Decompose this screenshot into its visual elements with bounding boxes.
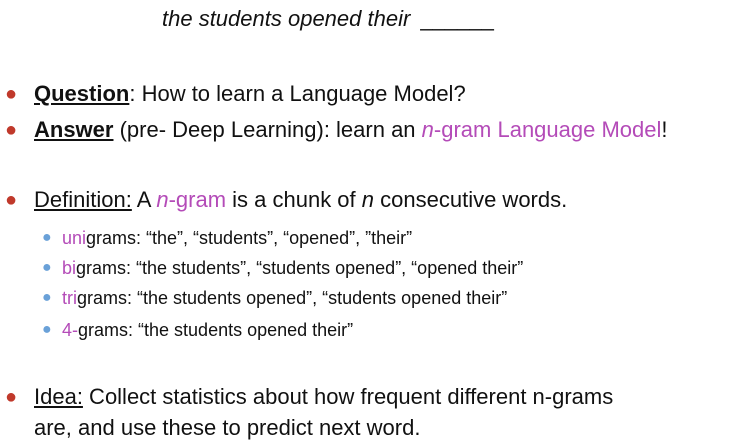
bullet-dot-icon: ● [5,119,18,141]
answer-label: Answer [34,117,114,142]
bullet-dot-icon: ● [5,386,18,408]
example-rest: grams: “the students”, “students opened”… [76,258,524,278]
bullet-dot-icon: ● [5,83,18,105]
example-prefix: tri [62,288,77,308]
definition-end: consecutive words. [374,187,568,212]
bullet-dot-icon: ● [5,189,18,211]
slide: the students opened their ______ ● Quest… [0,0,729,447]
idea-text: Idea: Collect statistics about how frequ… [34,383,613,411]
answer-body: (pre- Deep Learning): learn an [113,117,422,142]
answer-n: n [421,117,434,142]
question-text: Question: How to learn a Language Model? [34,80,466,108]
idea-label: Idea: [34,384,83,409]
definition-gram: -gram [168,187,227,212]
example-rest: grams: “the students opened”, “students … [77,288,508,308]
question-label: Question [34,81,130,106]
definition-n1: n [156,187,169,212]
example-prefix: uni [62,228,87,248]
example-sentence: the students opened their ______ [162,6,494,32]
definition-text: Definition: A n-gram is a chunk of n con… [34,186,567,214]
answer-text: Answer (pre- Deep Learning): learn an n-… [34,116,668,144]
example-prefix: bi [62,258,77,278]
sub-bullet-dot-icon: ● [42,321,52,338]
idea-line1: Collect statistics about how frequent di… [82,384,614,409]
definition-mid: is a chunk of [226,187,362,212]
answer-model: -gram Language Model [433,117,662,142]
blank-line: ______ [420,6,494,31]
example-prefix: 4- [62,320,79,340]
answer-end: ! [661,117,668,142]
idea-line2: are, and use these to predict next word. [34,415,421,440]
sub-bullet-dot-icon: ● [42,289,52,306]
definition-a: A [131,187,157,212]
example-rest: grams: “the students opened their” [78,320,354,340]
question-body: : How to learn a Language Model? [129,81,466,106]
example-rest: grams: “the”, “students”, “opened”, ”the… [86,228,413,248]
example-phrase: the students opened their [162,6,411,31]
sub-bullet-dot-icon: ● [42,259,52,276]
sub-bullet-dot-icon: ● [42,229,52,246]
definition-n2: n [361,187,375,212]
definition-label: Definition: [34,187,132,212]
